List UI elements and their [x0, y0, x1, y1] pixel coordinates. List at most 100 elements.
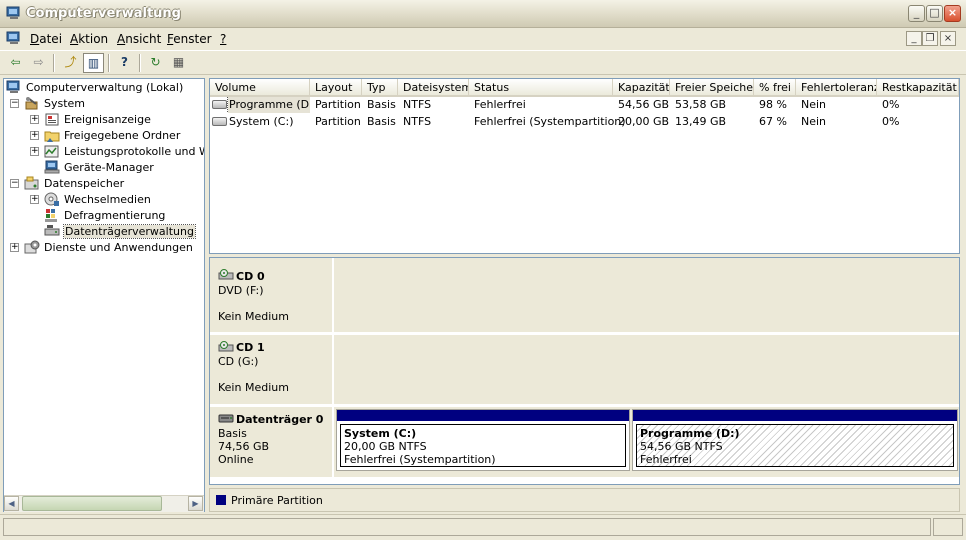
back-arrow-icon[interactable]: ⇦ — [5, 53, 26, 73]
expand-icon[interactable]: + — [10, 243, 19, 252]
column-header-volume[interactable]: Volume — [210, 79, 310, 97]
column-header-freier-speicher[interactable]: Freier Speicher — [670, 79, 754, 97]
disk-info-cd1[interactable]: CD 1 CD (G:) Kein Medium — [210, 335, 333, 404]
cell-dateisystem: NTFS — [403, 115, 432, 128]
services-icon — [24, 240, 40, 255]
cell-fehlertoleranz: Nein — [801, 98, 827, 111]
legend-label: Primäre Partition — [231, 494, 323, 507]
maximize-button[interactable]: □ — [926, 5, 943, 22]
cell-restkapazitaet: 0% — [882, 98, 900, 111]
cell-prozent-frei: 98 % — [759, 98, 787, 111]
status-field — [3, 518, 931, 536]
column-header-typ[interactable]: Typ — [362, 79, 398, 97]
disk-area-cd0[interactable] — [334, 258, 959, 332]
device-manager-icon — [44, 160, 60, 175]
disk-info-disk0[interactable]: Datenträger 0 Basis 74,56 GB Online — [210, 407, 333, 477]
tree-item-dienste-und-anwendungen[interactable]: + Dienste und Anwendungen — [4, 240, 204, 256]
tools-icon — [24, 96, 40, 111]
cd-drive-icon — [218, 341, 234, 352]
cell-freier-speicher: 13,49 GB — [675, 115, 727, 128]
mmc-document-icon — [6, 31, 22, 46]
drive-icon — [212, 100, 227, 109]
cell-typ: Basis — [367, 115, 396, 128]
toolbar-separator — [139, 54, 141, 72]
column-header-kapazitaet[interactable]: Kapazität — [613, 79, 670, 97]
tree-item-leistungsprotokolle[interactable]: + Leistungsprotokolle und Warn — [4, 144, 204, 160]
disk-graphical-view[interactable]: CD 0 DVD (F:) Kein Medium CD 1 CD (G:) K… — [209, 257, 960, 485]
mdi-close-button[interactable]: × — [940, 31, 956, 46]
status-bar — [0, 514, 966, 540]
disk-area-cd1[interactable] — [334, 335, 959, 404]
cell-dateisystem: NTFS — [403, 98, 432, 111]
tree-item-system[interactable]: − System — [4, 96, 204, 112]
partition-programme-d[interactable]: Programme (D:) 54,56 GB NTFS Fehlerfrei — [632, 409, 958, 471]
scroll-left-icon[interactable]: ◀ — [4, 496, 19, 511]
event-viewer-icon — [44, 112, 60, 127]
table-row[interactable]: System (C:) — [210, 114, 310, 130]
tree-item-freigegebene-ordner[interactable]: + Freigegebene Ordner — [4, 128, 204, 144]
up-folder-icon[interactable]: ⤴ — [60, 53, 81, 73]
column-header-fehlertoleranz[interactable]: Fehlertoleranz — [796, 79, 877, 97]
column-header-prozent-frei[interactable]: % frei — [754, 79, 796, 97]
tree-item-defragmentierung[interactable]: Defragmentierung — [4, 208, 204, 224]
column-header-layout[interactable]: Layout — [310, 79, 362, 97]
column-header-dateisystem[interactable]: Dateisystem — [398, 79, 469, 97]
properties-icon[interactable]: ▦ — [168, 53, 189, 73]
toolbar-separator — [53, 54, 55, 72]
menu-ansicht[interactable]: Ansicht — [117, 32, 161, 46]
expand-icon[interactable]: + — [30, 131, 39, 140]
show-hide-tree-icon[interactable]: ▥ — [83, 53, 104, 73]
menu-fenster[interactable]: Fenster — [167, 32, 212, 46]
console-tree[interactable]: Computerverwaltung (Lokal) − System + Er… — [3, 78, 205, 512]
menu-help[interactable]: ? — [220, 32, 226, 46]
menu-datei[interactable]: Datei — [30, 32, 62, 46]
cell-kapazitaet: 54,56 GB — [618, 98, 670, 111]
toolbar-separator — [108, 54, 110, 72]
toolbar: ⇦ ⇨ ⤴ ▥ ? ↻ ▦ — [0, 50, 966, 75]
cell-freier-speicher: 53,58 GB — [675, 98, 727, 111]
cell-kapazitaet: 20,00 GB — [618, 115, 670, 128]
table-row[interactable]: Programme (D:) — [210, 97, 310, 113]
partition-body: System (C:) 20,00 GB NTFS Fehlerfrei (Sy… — [340, 424, 626, 467]
status-field-secondary — [933, 518, 963, 536]
tree-item-datentraegerverwaltung[interactable]: Datenträgerverwaltung — [4, 224, 204, 240]
title-bar[interactable]: Computerverwaltung _ □ × — [0, 0, 966, 28]
volume-list[interactable]: Volume Layout Typ Dateisystem Status Kap… — [209, 78, 960, 254]
scrollbar-thumb[interactable] — [22, 496, 162, 511]
tree-item-ereignisanzeige[interactable]: + Ereignisanzeige — [4, 112, 204, 128]
cell-prozent-frei: 67 % — [759, 115, 787, 128]
collapse-icon[interactable]: − — [10, 179, 19, 188]
expand-icon[interactable]: + — [30, 115, 39, 124]
cell-fehlertoleranz: Nein — [801, 115, 827, 128]
column-header-restkapazitaet[interactable]: Restkapazität — [877, 79, 959, 97]
cell-layout: Partition — [315, 115, 361, 128]
partition-system-c[interactable]: System (C:) 20,00 GB NTFS Fehlerfrei (Sy… — [336, 409, 630, 471]
cell-status: Fehlerfrei (Systempartition) — [474, 115, 626, 128]
cd-drive-icon — [218, 269, 234, 280]
expand-icon[interactable]: + — [30, 195, 39, 204]
collapse-icon[interactable]: − — [10, 99, 19, 108]
tree-item-wechselmedien[interactable]: + Wechselmedien — [4, 192, 204, 208]
forward-arrow-icon[interactable]: ⇨ — [28, 53, 49, 73]
cell-restkapazitaet: 0% — [882, 115, 900, 128]
menu-aktion[interactable]: Aktion — [70, 32, 108, 46]
column-header-status[interactable]: Status — [469, 79, 613, 97]
disk-info-cd0[interactable]: CD 0 DVD (F:) Kein Medium — [210, 258, 333, 332]
shared-folder-icon — [44, 128, 60, 143]
computer-icon — [6, 80, 22, 95]
close-button[interactable]: × — [944, 5, 961, 22]
expand-icon[interactable]: + — [30, 147, 39, 156]
minimize-button[interactable]: _ — [908, 5, 925, 22]
refresh-icon[interactable]: ↻ — [145, 53, 166, 73]
tree-item-datenspeicher[interactable]: − Datenspeicher — [4, 176, 204, 192]
help-icon[interactable]: ? — [114, 53, 135, 73]
tree-item-geraete-manager[interactable]: Geräte-Manager — [4, 160, 204, 176]
mdi-minimize-button[interactable]: _ — [906, 31, 922, 46]
storage-icon — [24, 176, 40, 191]
disk-management-icon — [44, 224, 60, 239]
tree-horizontal-scrollbar[interactable]: ◀ ▶ — [4, 495, 204, 512]
scroll-right-icon[interactable]: ▶ — [188, 496, 203, 511]
mdi-restore-button[interactable]: ❐ — [922, 31, 938, 46]
defrag-icon — [44, 208, 60, 223]
cell-status: Fehlerfrei — [474, 98, 526, 111]
